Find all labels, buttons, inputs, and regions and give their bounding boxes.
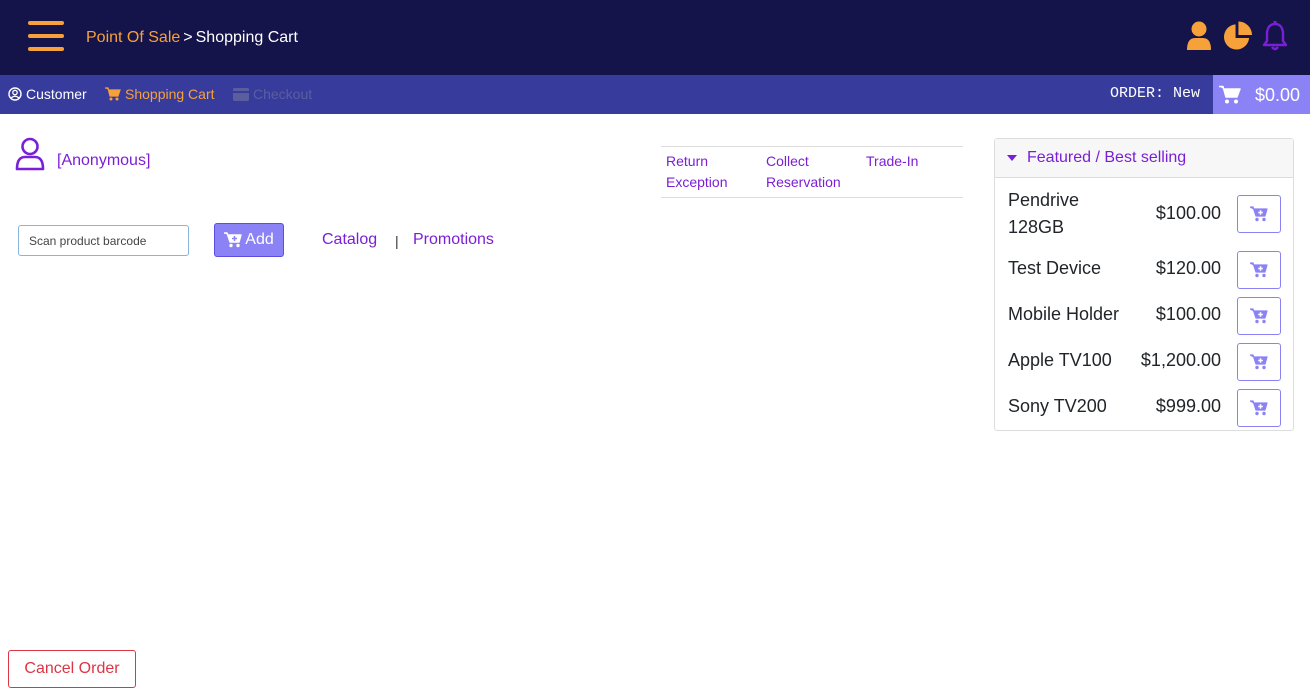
product-name: Mobile Holder [1008, 304, 1120, 324]
customer-name-link[interactable]: [Anonymous] [57, 151, 150, 171]
add-to-cart-button[interactable] [1237, 389, 1281, 427]
add-to-cart-button[interactable] [1237, 343, 1281, 381]
product-price: $100.00 [1155, 304, 1221, 324]
cart-plus-icon [1250, 206, 1268, 222]
nav-shopping-cart-label: Shopping Cart [125, 86, 215, 102]
cart-icon [1219, 85, 1241, 104]
order-status: ORDER: New [1109, 85, 1200, 102]
product-price: $120.00 [1155, 258, 1221, 278]
nav-shopping-cart[interactable]: Shopping Cart [105, 85, 215, 103]
bell-icon[interactable] [1260, 20, 1290, 52]
product-row: Apple TV100 $1,200.00 [995, 343, 1293, 385]
cart-icon [105, 87, 121, 101]
breadcrumb-shopping-cart: Shopping Cart [195, 29, 298, 46]
add-button-label: Add [245, 231, 274, 248]
product-row: Pendrive 128GB $100.00 [995, 187, 1293, 241]
product-price: $999.00 [1155, 396, 1221, 416]
add-to-cart-button[interactable] [1237, 251, 1281, 289]
product-row: Sony TV200 $999.00 [995, 389, 1293, 431]
cart-total-button[interactable]: $0.00 [1213, 75, 1310, 114]
pie-chart-icon[interactable] [1222, 20, 1252, 52]
breadcrumb-separator: > [183, 29, 193, 46]
cart-plus-icon [1250, 308, 1268, 324]
add-to-cart-button[interactable] [1237, 195, 1281, 233]
product-row: Test Device $120.00 [995, 251, 1293, 293]
product-name: Pendrive 128GB [1008, 190, 1080, 237]
promotions-link[interactable]: Promotions [413, 230, 494, 250]
caret-down-icon [1007, 155, 1017, 161]
product-price: $100.00 [1155, 203, 1221, 223]
nav-checkout-label: Checkout [253, 86, 313, 102]
nav-customer[interactable]: Customer [8, 85, 87, 103]
customer-avatar-icon [14, 137, 46, 171]
catalog-link[interactable]: Catalog [322, 230, 377, 250]
header-icon-group [1184, 20, 1290, 52]
product-name: Apple TV100 [1008, 350, 1112, 370]
featured-panel: Featured / Best selling Pendrive 128GB $… [994, 138, 1294, 431]
cart-plus-icon [1250, 400, 1268, 416]
featured-title: Featured / Best selling [1027, 149, 1187, 166]
hamburger-menu-icon[interactable] [28, 21, 64, 52]
cancel-order-button[interactable]: Cancel Order [8, 650, 136, 688]
cart-actions-table: Return Exception Collect Reservation Tra… [661, 146, 963, 198]
sub-navigation: Customer Shopping Cart Checkout ORDER: N… [0, 75, 1310, 114]
breadcrumb-point-of-sale[interactable]: Point Of Sale [86, 29, 180, 46]
credit-card-icon [233, 87, 249, 101]
user-icon[interactable] [1184, 20, 1214, 52]
product-name: Sony TV200 [1008, 396, 1107, 416]
top-header: Point Of Sale > Shopping Cart [0, 0, 1310, 75]
barcode-input[interactable] [18, 225, 189, 256]
return-exception-link[interactable]: Return Exception [666, 151, 756, 193]
featured-toggle[interactable]: Featured / Best selling [995, 139, 1293, 178]
product-row: Mobile Holder $100.00 [995, 297, 1293, 339]
cart-total-amount: $0.00 [1255, 84, 1301, 105]
collect-reservation-link[interactable]: Collect Reservation [766, 151, 856, 193]
cart-plus-icon [224, 232, 242, 248]
add-product-button[interactable]: Add [214, 223, 284, 257]
product-price: $1,200.00 [1140, 350, 1221, 370]
product-name: Test Device [1008, 258, 1102, 278]
nav-checkout: Checkout [233, 85, 312, 103]
cart-plus-icon [1250, 354, 1268, 370]
link-separator: | [395, 233, 399, 249]
breadcrumb: Point Of Sale > Shopping Cart [86, 28, 298, 48]
cart-plus-icon [1250, 262, 1268, 278]
user-circle-icon [8, 87, 22, 101]
nav-customer-label: Customer [26, 86, 87, 102]
trade-in-link[interactable]: Trade-In [866, 151, 956, 172]
add-to-cart-button[interactable] [1237, 297, 1281, 335]
